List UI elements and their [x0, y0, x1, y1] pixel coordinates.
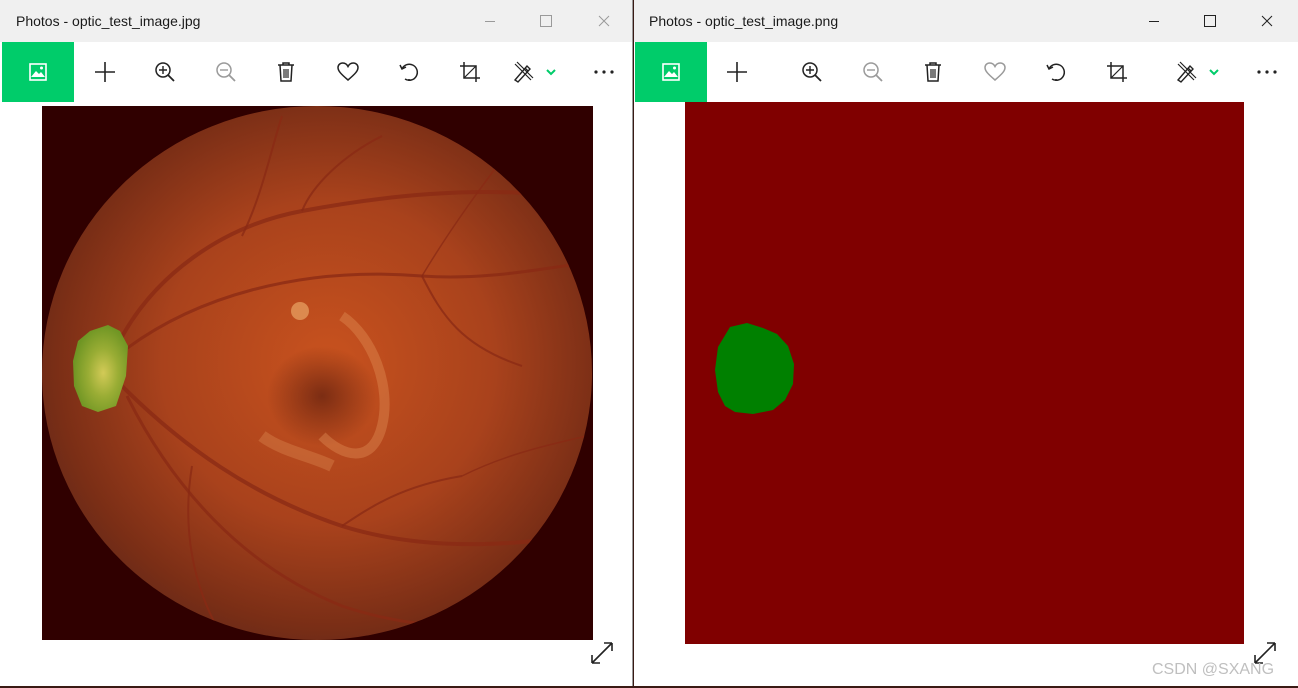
delete-button[interactable]: [261, 42, 311, 102]
close-button[interactable]: [1244, 0, 1290, 42]
zoom-out-button[interactable]: [848, 42, 898, 102]
delete-button[interactable]: [908, 42, 958, 102]
minimize-icon: [485, 21, 495, 22]
title-bar[interactable]: Photos - optic_test_image.png: [634, 0, 1298, 42]
more-button[interactable]: [579, 42, 629, 102]
segmentation-mask-image: [685, 102, 1244, 644]
fundus-photo-icon: [42, 106, 592, 640]
picture-icon: [29, 63, 47, 81]
image-viewer[interactable]: [0, 102, 632, 686]
trash-icon: [925, 62, 941, 82]
trash-icon: [278, 62, 294, 82]
title-bar[interactable]: Photos - optic_test_image.jpg: [0, 0, 632, 42]
plus-icon: [95, 62, 115, 82]
close-button[interactable]: [581, 0, 627, 42]
edit-draw-icon: [513, 61, 556, 83]
home-button[interactable]: [2, 42, 74, 102]
ellipsis-icon: [1257, 70, 1277, 74]
zoom-in-icon: [802, 62, 822, 82]
zoom-out-button[interactable]: [201, 42, 251, 102]
fundus-image: [42, 106, 593, 640]
zoom-in-button[interactable]: [140, 42, 190, 102]
zoom-in-button[interactable]: [787, 42, 837, 102]
picture-icon: [662, 63, 680, 81]
heart-icon: [984, 62, 1006, 81]
minimize-icon: [1149, 21, 1159, 22]
home-button[interactable]: [635, 42, 707, 102]
photos-window-jpg: Photos - optic_test_image.jpg: [0, 0, 633, 686]
maximize-icon: [540, 15, 552, 27]
favorite-button[interactable]: [323, 42, 373, 102]
rotate-button[interactable]: [1031, 42, 1081, 102]
rotate-button[interactable]: [384, 42, 434, 102]
add-button[interactable]: [712, 42, 762, 102]
maximize-icon: [1204, 15, 1216, 27]
favorite-button[interactable]: [970, 42, 1020, 102]
crop-icon: [1107, 62, 1127, 82]
zoom-in-icon: [155, 62, 175, 82]
edit-draw-button[interactable]: [502, 42, 568, 102]
crop-button[interactable]: [445, 42, 495, 102]
close-icon: [1261, 15, 1273, 27]
photos-window-png: Photos - optic_test_image.png: [634, 0, 1298, 686]
crop-button[interactable]: [1092, 42, 1142, 102]
edit-draw-button[interactable]: [1165, 42, 1231, 102]
rotate-icon: [399, 63, 418, 82]
crop-icon: [460, 62, 480, 82]
desktop: Photos - optic_test_image.jpg Photos - o…: [0, 0, 1298, 688]
ellipsis-icon: [594, 70, 614, 74]
zoom-out-icon: [863, 62, 883, 82]
add-button[interactable]: [80, 42, 130, 102]
toolbar: [634, 42, 1298, 102]
window-title: Photos - optic_test_image.png: [649, 13, 839, 29]
rotate-icon: [1046, 63, 1065, 82]
fullscreen-button[interactable]: [587, 638, 617, 668]
expand-icon: [591, 642, 613, 664]
watermark: CSDN @SXANG: [1152, 661, 1275, 678]
mask-region-icon: [715, 323, 794, 414]
toolbar: [0, 42, 632, 102]
heart-icon: [337, 62, 359, 81]
plus-icon: [727, 62, 747, 82]
zoom-out-icon: [216, 62, 236, 82]
more-button[interactable]: [1242, 42, 1292, 102]
image-viewer[interactable]: [634, 102, 1298, 686]
minimize-button[interactable]: [1131, 0, 1177, 42]
window-title: Photos - optic_test_image.jpg: [16, 13, 201, 29]
maximize-button[interactable]: [1187, 0, 1233, 42]
minimize-button[interactable]: [467, 0, 513, 42]
maximize-button[interactable]: [523, 0, 569, 42]
edit-draw-icon: [1176, 61, 1219, 83]
close-icon: [598, 15, 610, 27]
